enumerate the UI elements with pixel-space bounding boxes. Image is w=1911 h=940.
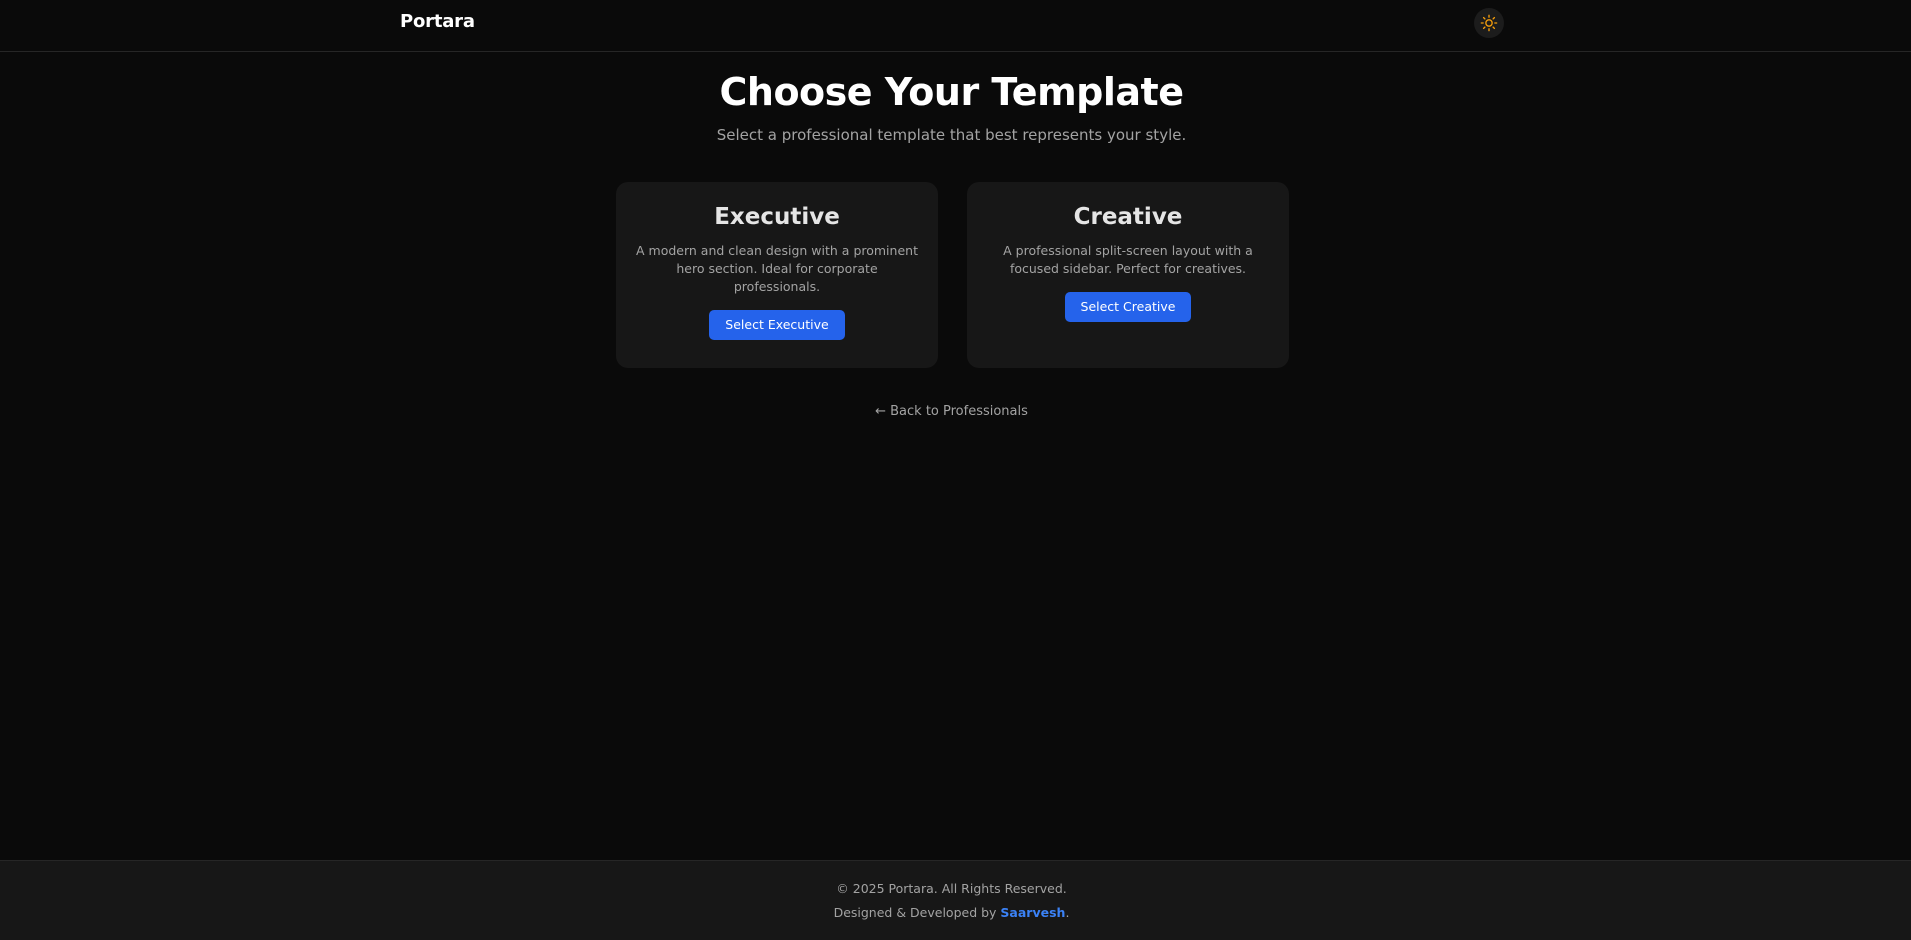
footer-copyright: © 2025 Portara. All Rights Reserved. (836, 881, 1067, 896)
brand-logo[interactable]: Portara (400, 11, 475, 32)
footer-credit: Designed & Developed by Saarvesh. (0, 905, 1903, 920)
sun-icon (1480, 14, 1498, 32)
arrow-left-icon: ← (875, 404, 886, 419)
template-description: A professional split-screen layout with … (1003, 242, 1253, 276)
credit-suffix: . (1065, 905, 1070, 920)
credit-prefix: Designed & Developed by (833, 905, 997, 920)
back-link-container: ← Back to Professionals (0, 404, 1903, 419)
top-navbar: Portara (0, 0, 1911, 52)
template-title: Executive (714, 204, 840, 230)
page-title: Choose Your Template (719, 70, 1184, 114)
theme-toggle-button[interactable] (1474, 8, 1504, 38)
page-subtitle: Select a professional template that best… (716, 126, 1187, 144)
select-executive-button[interactable]: Select Executive (709, 309, 845, 340)
template-title: Creative (1073, 204, 1183, 230)
template-card-executive: Executive A modern and clean design with… (616, 182, 938, 368)
select-creative-button[interactable]: Select Creative (1064, 291, 1192, 322)
author-link[interactable]: Saarvesh (1000, 905, 1065, 920)
template-description: A modern and clean design with a promine… (636, 242, 918, 294)
footer: © 2025 Portara. All Rights Reserved. Des… (0, 860, 1911, 940)
back-link-label: Back to Professionals (890, 404, 1028, 419)
page: Portara Choose Your Template Select a pr… (0, 0, 1911, 940)
template-card-creative: Creative A professional split-screen lay… (967, 182, 1289, 368)
back-to-professionals-link[interactable]: ← Back to Professionals (875, 404, 1028, 419)
